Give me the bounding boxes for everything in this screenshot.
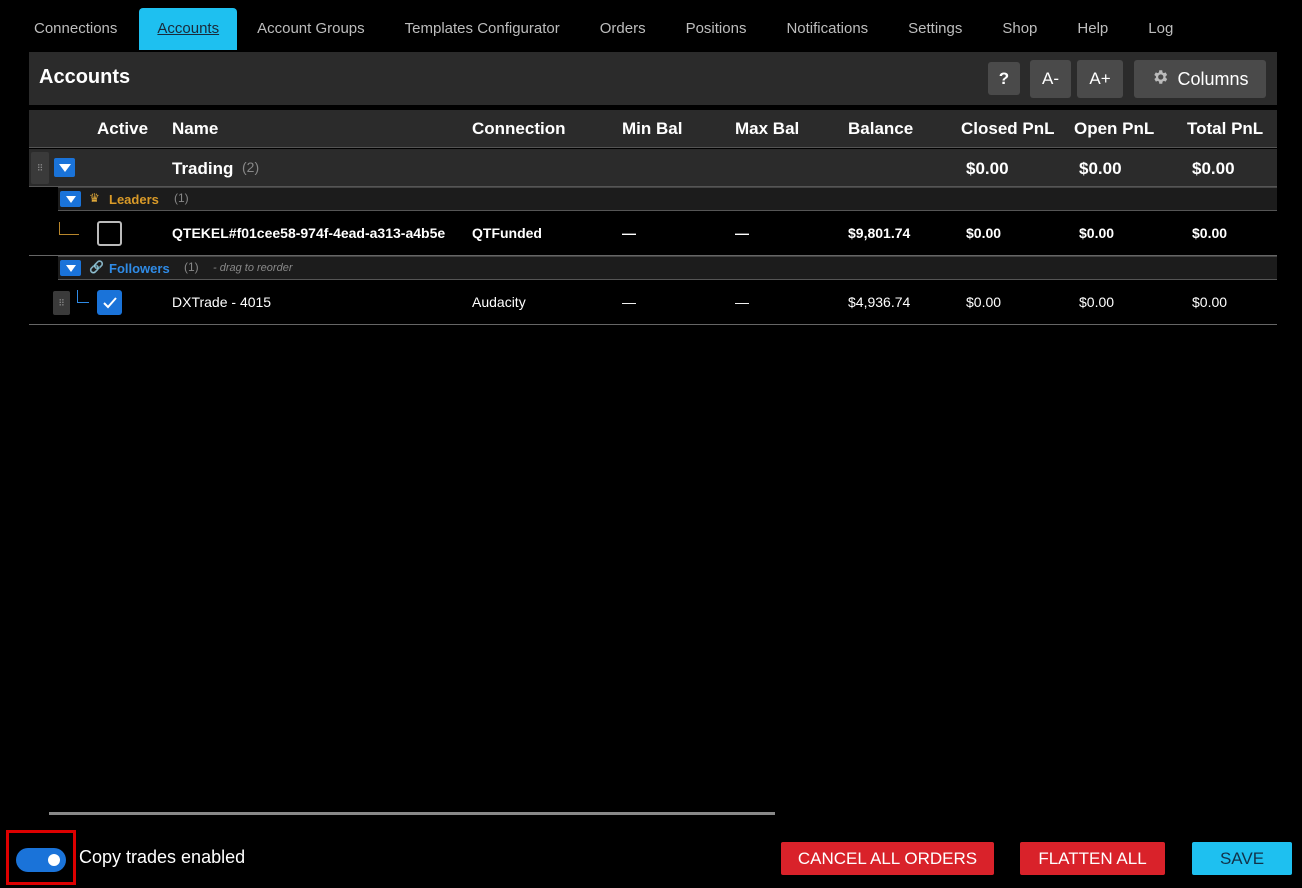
followers-count: (1) bbox=[184, 260, 199, 274]
tab-help[interactable]: Help bbox=[1057, 8, 1128, 50]
help-button[interactable]: ? bbox=[988, 62, 1020, 95]
group-count: (2) bbox=[242, 159, 260, 175]
tab-settings[interactable]: Settings bbox=[888, 8, 982, 50]
gear-icon bbox=[1151, 68, 1169, 91]
account-min-bal: — bbox=[622, 225, 636, 241]
cancel-all-orders-button[interactable]: CANCEL ALL ORDERS bbox=[781, 842, 994, 875]
account-closed-pnl: $0.00 bbox=[966, 225, 1002, 241]
copy-trades-toggle[interactable] bbox=[16, 848, 66, 872]
leaders-label: Leaders bbox=[109, 192, 159, 207]
horizontal-scrollbar[interactable] bbox=[49, 812, 775, 815]
tab-shop[interactable]: Shop bbox=[982, 8, 1057, 50]
font-decrease-button[interactable]: A- bbox=[1030, 60, 1071, 98]
account-connection: Audacity bbox=[472, 294, 526, 310]
link-icon: 🔗 bbox=[89, 260, 104, 274]
col-balance[interactable]: Balance bbox=[848, 119, 913, 139]
account-closed-pnl: $0.00 bbox=[966, 294, 1002, 310]
followers-label: Followers bbox=[109, 261, 170, 276]
columns-button[interactable]: Columns bbox=[1134, 60, 1266, 98]
collapse-leaders-icon[interactable] bbox=[60, 191, 81, 207]
flatten-all-button[interactable]: FLATTEN ALL bbox=[1020, 842, 1165, 875]
account-max-bal: — bbox=[735, 294, 749, 310]
tab-templates-configurator[interactable]: Templates Configurator bbox=[385, 8, 580, 50]
save-button[interactable]: SAVE bbox=[1192, 842, 1292, 875]
col-name[interactable]: Name bbox=[172, 119, 218, 139]
account-total-pnl: $0.00 bbox=[1192, 294, 1228, 310]
font-increase-button[interactable]: A+ bbox=[1077, 60, 1123, 98]
columns-label: Columns bbox=[1177, 68, 1249, 89]
tab-orders[interactable]: Orders bbox=[580, 8, 666, 50]
tree-connector bbox=[77, 290, 89, 303]
group-total-pnl: $0.00 bbox=[1192, 159, 1235, 178]
account-balance: $4,936.74 bbox=[848, 294, 911, 310]
col-connection[interactable]: Connection bbox=[472, 119, 566, 139]
active-checkbox[interactable] bbox=[97, 290, 122, 315]
col-max-bal[interactable]: Max Bal bbox=[735, 119, 799, 139]
tree-connector bbox=[59, 222, 79, 235]
account-open-pnl: $0.00 bbox=[1079, 294, 1115, 310]
col-active[interactable]: Active bbox=[97, 119, 148, 139]
account-name: DXTrade - 4015 bbox=[172, 294, 272, 310]
collapse-group-icon[interactable] bbox=[54, 158, 75, 177]
collapse-followers-icon[interactable] bbox=[60, 260, 81, 276]
copy-trades-toggle-highlight bbox=[6, 830, 76, 885]
page-title: Accounts bbox=[39, 66, 131, 88]
leaders-subheader: ♛ Leaders (1) bbox=[58, 187, 1277, 211]
table-row[interactable]: ⠿ DXTrade - 4015 Audacity — — $4,936.74 … bbox=[29, 280, 1277, 325]
table-header: Active Name Connection Min Bal Max Bal B… bbox=[29, 110, 1277, 148]
col-min-bal[interactable]: Min Bal bbox=[622, 119, 682, 139]
account-name: QTEKEL#f01cee58-974f-4ead-a313-a4b5e bbox=[172, 225, 446, 241]
drag-hint: - drag to reorder bbox=[213, 262, 293, 274]
group-open-pnl: $0.00 bbox=[1079, 159, 1122, 178]
drag-handle-icon[interactable]: ⠿ bbox=[53, 291, 70, 315]
tab-notifications[interactable]: Notifications bbox=[766, 8, 888, 50]
followers-subheader: 🔗 Followers (1) - drag to reorder bbox=[58, 256, 1277, 280]
toggle-knob bbox=[48, 854, 60, 866]
account-total-pnl: $0.00 bbox=[1192, 225, 1228, 241]
group-closed-pnl: $0.00 bbox=[966, 159, 1009, 178]
crown-icon: ♛ bbox=[89, 191, 100, 205]
tab-log[interactable]: Log bbox=[1128, 8, 1193, 50]
copy-trades-label: Copy trades enabled bbox=[79, 847, 246, 867]
account-max-bal: — bbox=[735, 225, 749, 241]
leaders-count: (1) bbox=[174, 191, 189, 205]
table-row[interactable]: QTEKEL#f01cee58-974f-4ead-a313-a4b5e QTF… bbox=[29, 211, 1277, 256]
group-name: Trading bbox=[172, 159, 234, 178]
main-tabs: Connections Accounts Account Groups Temp… bbox=[0, 8, 1193, 50]
account-balance: $9,801.74 bbox=[848, 225, 911, 241]
active-checkbox[interactable] bbox=[97, 221, 122, 246]
account-connection: QTFunded bbox=[472, 225, 542, 241]
col-total-pnl[interactable]: Total PnL bbox=[1187, 119, 1263, 139]
col-open-pnl[interactable]: Open PnL bbox=[1074, 119, 1154, 139]
tab-positions[interactable]: Positions bbox=[666, 8, 767, 50]
col-closed-pnl[interactable]: Closed PnL bbox=[961, 119, 1055, 139]
group-row-trading[interactable]: ⠿ Trading (2) $0.00 $0.00 $0.00 bbox=[29, 149, 1277, 187]
account-open-pnl: $0.00 bbox=[1079, 225, 1115, 241]
accounts-header: Accounts ? A- A+ Columns bbox=[29, 52, 1277, 105]
tab-accounts[interactable]: Accounts bbox=[139, 8, 238, 50]
account-min-bal: — bbox=[622, 294, 636, 310]
tab-account-groups[interactable]: Account Groups bbox=[237, 8, 385, 50]
drag-handle-icon[interactable]: ⠿ bbox=[31, 152, 49, 184]
tab-connections[interactable]: Connections bbox=[0, 8, 139, 50]
check-icon bbox=[102, 296, 117, 308]
